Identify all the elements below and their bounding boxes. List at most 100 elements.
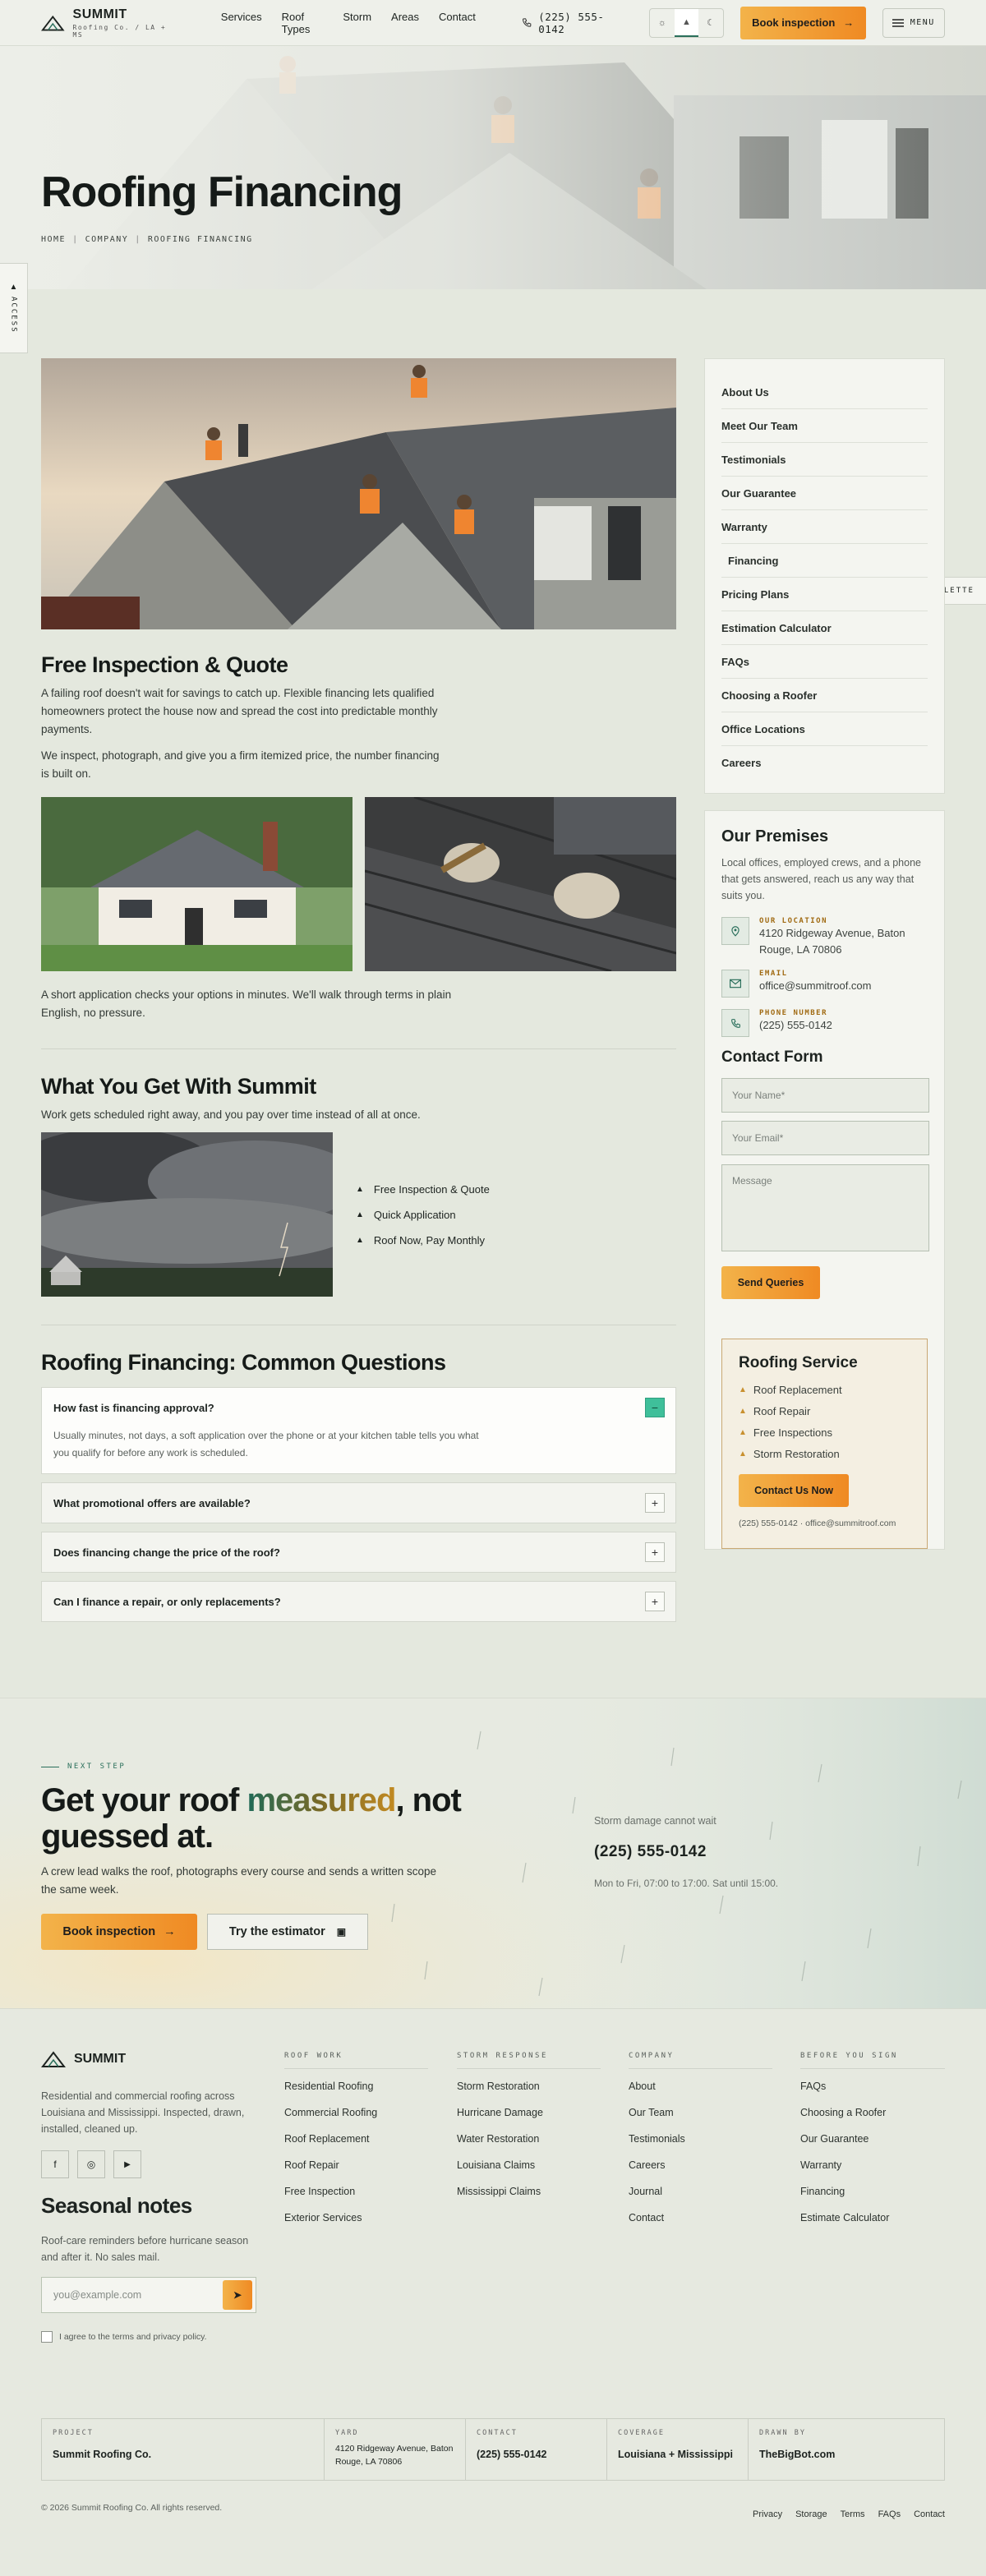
cta-phone[interactable]: (225) 555-0142 xyxy=(594,1843,707,1861)
footer-link[interactable]: Exterior Services xyxy=(284,2212,428,2238)
light-theme-icon[interactable]: ☼ xyxy=(650,9,675,37)
instagram-icon[interactable]: ◎ xyxy=(77,2150,105,2178)
footer-link[interactable]: Commercial Roofing xyxy=(284,2107,428,2133)
minus-icon[interactable]: − xyxy=(645,1398,665,1417)
footer-link[interactable]: Roof Replacement xyxy=(284,2133,428,2159)
breadcrumb-company[interactable]: COMPANY xyxy=(85,235,129,244)
footer-link[interactable]: Our Guarantee xyxy=(800,2133,945,2159)
breadcrumb-home[interactable]: HOME xyxy=(41,235,66,244)
try-estimator-button[interactable]: Try the estimator ▣ xyxy=(207,1914,368,1950)
peak-bullet-icon: ▲ xyxy=(356,1210,364,1219)
footer-link[interactable]: Free Inspection xyxy=(284,2186,428,2212)
stat-yard: YARD 4120 Ridgeway Avenue, Baton Rouge, L… xyxy=(325,2419,466,2480)
footer-link[interactable]: Roof Repair xyxy=(284,2159,428,2186)
benefit-label: Quick Application xyxy=(373,1208,456,1221)
peak-theme-icon[interactable]: ▲ xyxy=(674,8,699,37)
email-value[interactable]: office@summitroof.com xyxy=(759,978,872,994)
faq-question: What promotional offers are available? xyxy=(53,1496,251,1509)
sidebar-item-careers[interactable]: Careers xyxy=(721,746,928,780)
footer-link[interactable]: Financing xyxy=(800,2186,945,2212)
sidebar-item-our-guarantee[interactable]: Our Guarantee xyxy=(721,477,928,510)
link-contact[interactable]: Contact xyxy=(914,2509,945,2519)
youtube-icon[interactable]: ▶ xyxy=(113,2150,141,2178)
plus-icon[interactable]: + xyxy=(645,1592,665,1611)
sidebar-item-choosing-a-roofer[interactable]: Choosing a Roofer xyxy=(721,679,928,712)
breadcrumb-separator: | xyxy=(72,235,79,244)
sidebar-item-pricing-plans[interactable]: Pricing Plans xyxy=(721,578,928,611)
footer-link[interactable]: Louisiana Claims xyxy=(457,2159,601,2186)
footer-link[interactable]: Our Team xyxy=(629,2107,772,2133)
seasonal-notes-title: Seasonal notes xyxy=(41,2193,192,2218)
footer-link[interactable]: Estimate Calculator xyxy=(800,2212,945,2238)
link-storage[interactable]: Storage xyxy=(795,2509,827,2519)
footer-link[interactable]: Mississippi Claims xyxy=(457,2186,601,2212)
link-privacy[interactable]: Privacy xyxy=(753,2509,782,2519)
footer-link[interactable]: Residential Roofing xyxy=(284,2081,428,2107)
nav-services[interactable]: Services xyxy=(221,11,262,35)
footer-link[interactable]: Storm Restoration xyxy=(457,2081,601,2107)
service-item: ▲ Roof Repair xyxy=(739,1400,910,1422)
hero-banner: Roofing Financing HOME | COMPANY | ROOFING F… xyxy=(0,46,986,289)
sidebar-item-about-us[interactable]: About Us xyxy=(721,376,928,409)
logo-name: SUMMIT xyxy=(72,7,127,21)
footer-logo[interactable]: SUMMIT xyxy=(41,2050,126,2068)
footer-link[interactable]: FAQs xyxy=(800,2081,945,2107)
main-content: Free Inspection & Quote A failing roof d… xyxy=(41,358,676,1630)
footer-link[interactable]: Hurricane Damage xyxy=(457,2107,601,2133)
stat-key: YARD xyxy=(335,2429,359,2437)
message-field[interactable]: Message xyxy=(721,1164,929,1251)
facebook-icon[interactable]: f xyxy=(41,2150,69,2178)
name-field[interactable]: Your Name* xyxy=(721,1078,929,1113)
consent-checkbox[interactable] xyxy=(41,2331,53,2343)
footer-link[interactable]: Water Restoration xyxy=(457,2133,601,2159)
faq-item[interactable]: Does financing change the price of the r… xyxy=(41,1532,676,1573)
cta-book-inspection-button[interactable]: Book inspection → xyxy=(41,1914,197,1950)
faq-item[interactable]: How fast is financing approval? − Usuall… xyxy=(41,1387,676,1474)
dark-theme-icon[interactable]: ☾ xyxy=(698,9,723,37)
link-faqs[interactable]: FAQs xyxy=(878,2509,901,2519)
nav-contact[interactable]: Contact xyxy=(439,11,476,35)
plus-icon[interactable]: + xyxy=(645,1542,665,1562)
sidebar-item-testimonials[interactable]: Testimonials xyxy=(721,443,928,477)
envelope-icon xyxy=(721,970,749,998)
nav-roof-types[interactable]: Roof Types xyxy=(282,11,324,35)
sidebar-item-warranty[interactable]: Warranty xyxy=(721,510,928,544)
faq-item[interactable]: What promotional offers are available? + xyxy=(41,1482,676,1523)
section-title-inspection: Free Inspection & Quote xyxy=(41,652,288,677)
nav-storm[interactable]: Storm xyxy=(343,11,371,35)
footer-link[interactable]: About xyxy=(629,2081,772,2107)
nav-areas[interactable]: Areas xyxy=(391,11,419,35)
sidebar-item-office-locations[interactable]: Office Locations xyxy=(721,712,928,746)
footer-link[interactable]: Careers xyxy=(629,2159,772,2186)
sidebar-menu: About Us Meet Our Team Testimonials Our … xyxy=(704,358,945,794)
logo[interactable]: SUMMIT Roofing Co. / LA + MS xyxy=(41,7,177,39)
sidebar-item-meet-our-team[interactable]: Meet Our Team xyxy=(721,409,928,443)
book-inspection-button[interactable]: Book inspection → xyxy=(740,6,866,39)
phone-value[interactable]: (225) 555-0142 xyxy=(759,1017,832,1034)
contact-us-button[interactable]: Contact Us Now xyxy=(739,1474,849,1507)
footer-link[interactable]: Warranty xyxy=(800,2159,945,2186)
footer-link[interactable]: Testimonials xyxy=(629,2133,772,2159)
footer-link[interactable]: Choosing a Roofer xyxy=(800,2107,945,2133)
footer-link[interactable]: Contact xyxy=(629,2212,772,2238)
accessibility-tab[interactable]: ▲ ACCESS xyxy=(0,263,28,353)
newsletter-email-input[interactable]: you@example.com xyxy=(53,2289,223,2301)
sidebar-item-financing[interactable]: Financing xyxy=(721,544,928,578)
storm-note: Storm damage cannot wait xyxy=(594,1815,716,1827)
sidebar-item-faqs[interactable]: FAQs xyxy=(721,645,928,679)
cta-text: A crew lead walks the roof, photographs … xyxy=(41,1865,437,1896)
footer-link[interactable]: Journal xyxy=(629,2186,772,2212)
menu-button[interactable]: MENU xyxy=(882,7,945,38)
faq-item[interactable]: Can I finance a repair, or only replacem… xyxy=(41,1581,676,1622)
newsletter-form: you@example.com ➤ xyxy=(41,2277,256,2313)
link-terms[interactable]: Terms xyxy=(841,2509,865,2519)
email-field[interactable]: Your Email* xyxy=(721,1121,929,1155)
faq-question: Can I finance a repair, or only replacem… xyxy=(53,1595,281,1608)
sidebar-item-estimation-calculator[interactable]: Estimation Calculator xyxy=(721,611,928,645)
service-label: Roof Replacement xyxy=(753,1383,842,1396)
send-arrow-button[interactable]: ➤ xyxy=(223,2280,252,2310)
plus-icon[interactable]: + xyxy=(645,1493,665,1513)
header-phone[interactable]: (225) 555-0142 xyxy=(522,11,626,35)
stat-value[interactable]: TheBigBot.com xyxy=(759,2449,933,2460)
send-queries-button[interactable]: Send Queries xyxy=(721,1266,820,1299)
